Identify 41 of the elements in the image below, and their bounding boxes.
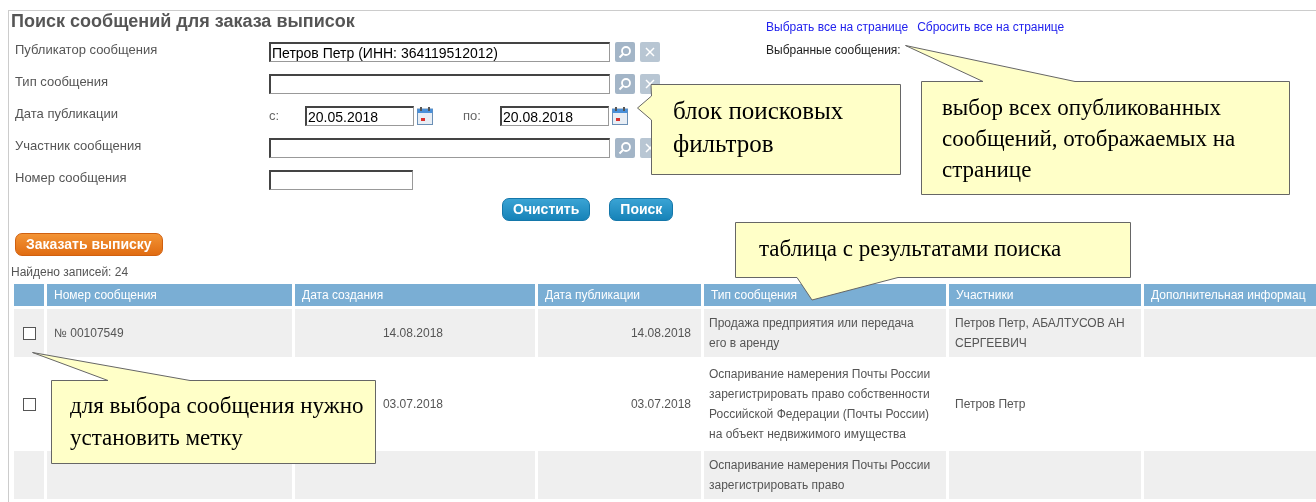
to-label: по: [463, 107, 482, 126]
input-field[interactable] [269, 138, 610, 158]
field-label: Участник сообщения [15, 137, 143, 156]
field-label: Публикатор сообщения [15, 41, 159, 60]
date-field[interactable]: 20.05.2018 [305, 106, 414, 126]
page-title: Поиск сообщений для заказа выписок [11, 12, 356, 30]
callout-text: таблица с результатами поиска [759, 235, 1063, 263]
magnifier-icon [618, 141, 632, 155]
header-cell: Номер сообщения [47, 284, 292, 306]
header-cell: Дата создания [295, 284, 535, 306]
link[interactable]: Выбрать все на странице [766, 18, 909, 36]
table-cell: Оспаривание намерения Почты России зарегистрировать право [704, 451, 946, 499]
table-cell: № 00107549 [47, 309, 292, 357]
callout-text: выбор всех опубликованных сообщений, отображаемых на странице [942, 94, 1237, 184]
table-cell: Продажа предприятия или передача его в аренду [704, 309, 946, 357]
callout-text: блок поисковых фильтров [673, 96, 845, 159]
date-field[interactable]: 20.08.2018 [500, 106, 609, 126]
calendar-icon[interactable] [417, 107, 433, 125]
input-field[interactable]: Петров Петр (ИНН: 364119512012) [269, 42, 610, 62]
field-label: Тип сообщения [15, 73, 110, 92]
magnifier-icon [618, 77, 632, 91]
field-label: Дата публикации [15, 105, 119, 124]
field-label: Номер сообщения [15, 169, 128, 188]
calendar-icon[interactable] [612, 107, 628, 125]
from-label: с: [269, 107, 281, 126]
link[interactable]: Сбросить все на странице [917, 18, 1065, 36]
table-cell: 14.08.2018 [538, 309, 701, 357]
input-field[interactable] [269, 170, 413, 190]
table-cell: 14.08.2018 [295, 309, 535, 357]
checkbox[interactable] [22, 326, 36, 340]
close-icon [644, 46, 656, 58]
header-cell: Дополнительная информац [1144, 284, 1316, 306]
header-cell: Участники [949, 284, 1141, 306]
checkbox[interactable] [22, 397, 36, 411]
input-field[interactable] [269, 74, 610, 94]
records-count: Найдено записей: 24 [11, 264, 130, 281]
magnifier-icon [618, 45, 632, 59]
table-cell: Петров Петр, АБАЛТУСОВ АН СЕРГЕЕВИЧ [949, 309, 1141, 357]
selected-messages-label: Выбранные сообщения: [766, 42, 902, 59]
header-cell: Дата публикации [538, 284, 701, 306]
header-cell [14, 284, 44, 306]
